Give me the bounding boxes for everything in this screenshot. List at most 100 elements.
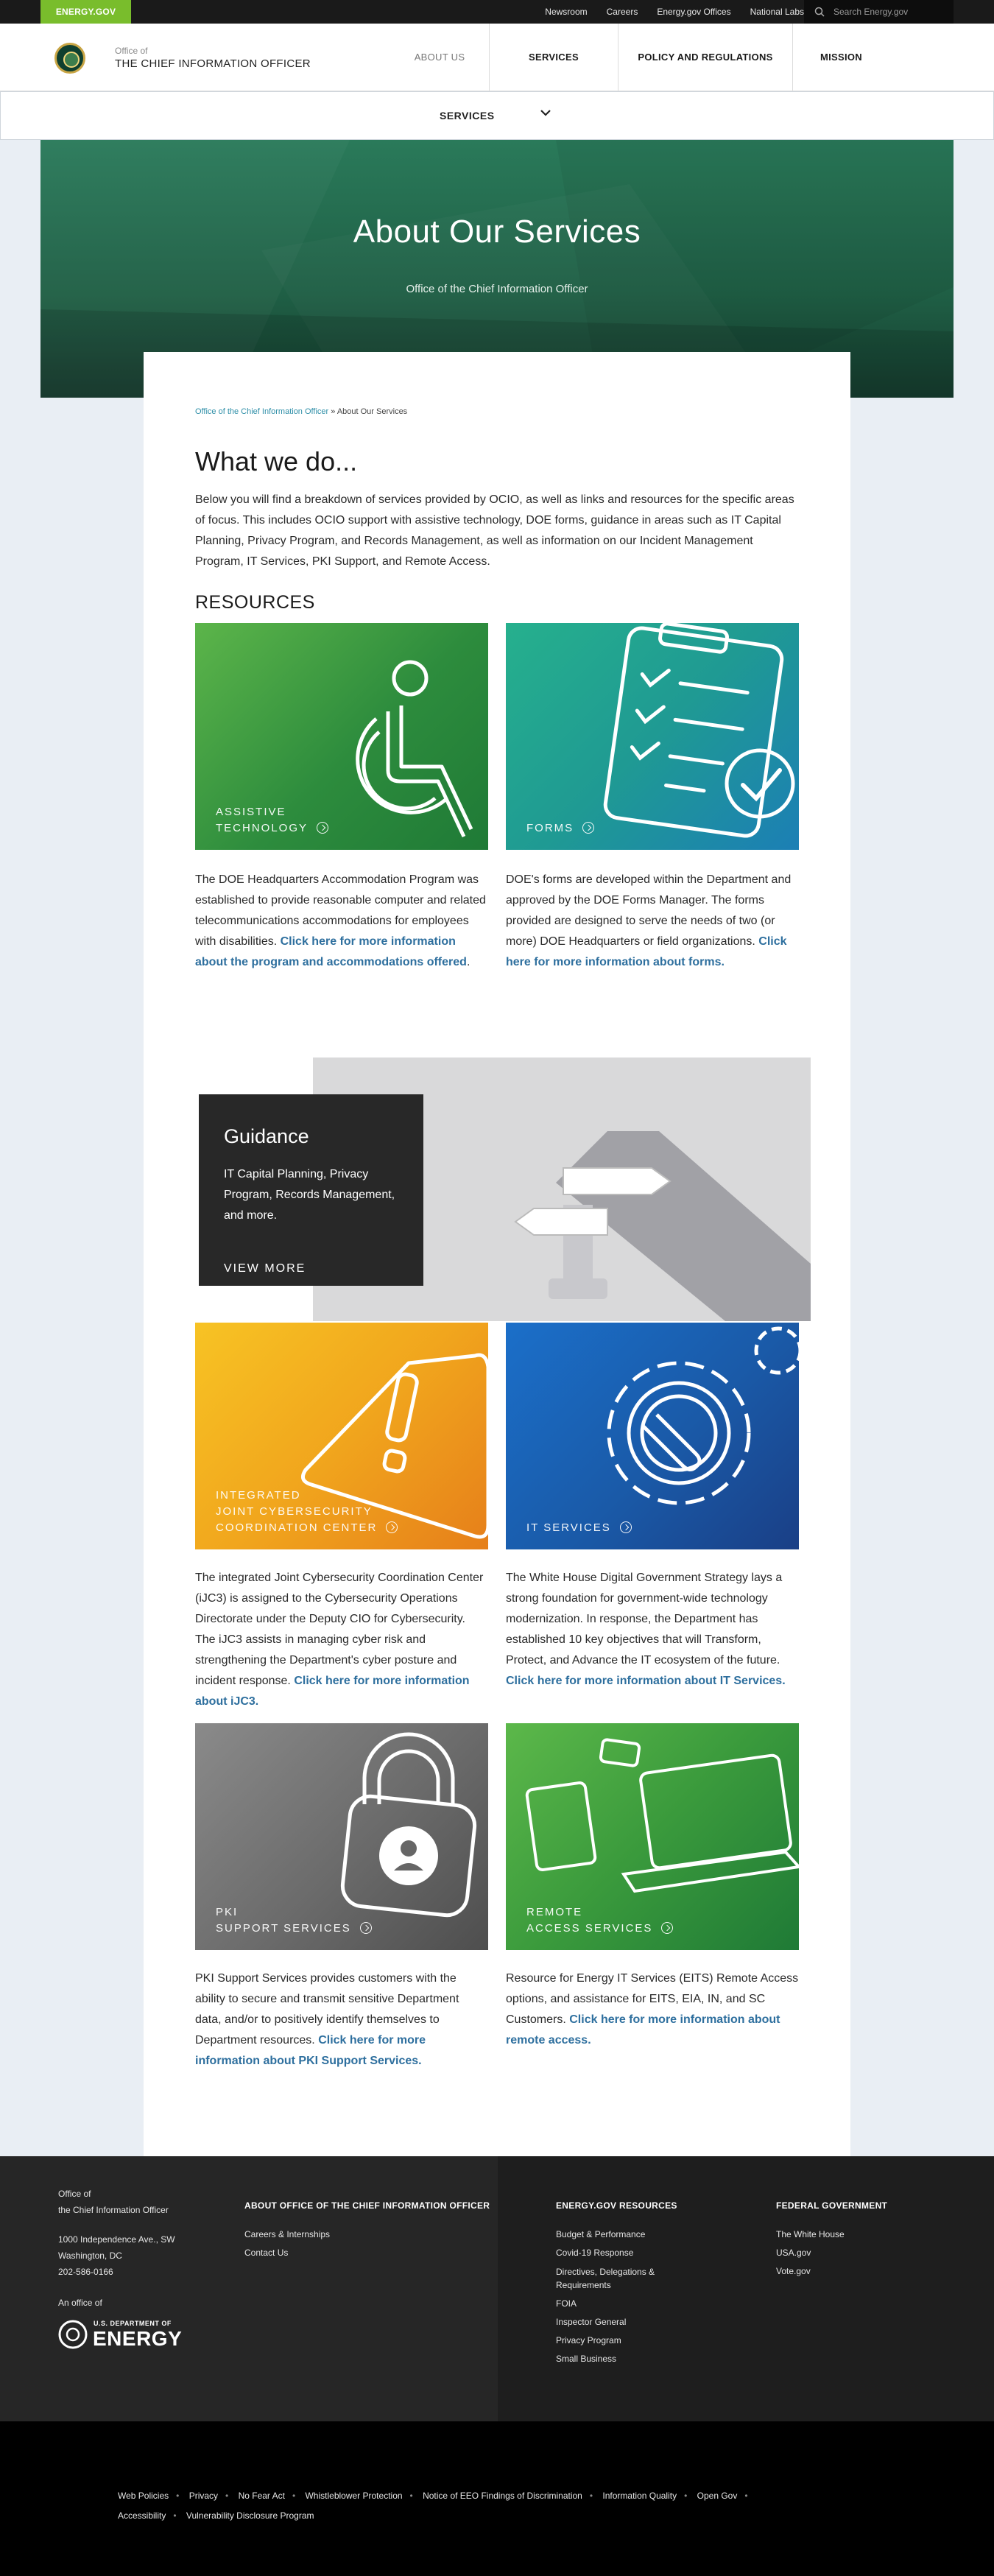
services-dropdown-label[interactable]: SERVICES	[440, 110, 495, 122]
footer-link-budget[interactable]: Budget & Performance	[556, 2225, 655, 2244]
bullet-separator: •	[173, 2510, 177, 2521]
footer-link-ig[interactable]: Inspector General	[556, 2313, 655, 2332]
arrow-circle-icon	[386, 1521, 398, 1533]
it-more-link[interactable]: Click here for more information about IT…	[506, 1675, 786, 1687]
assistive-tile-label[interactable]: ASSISTIVE TECHNOLOGY	[216, 804, 329, 837]
view-more-button[interactable]: VIEW MORE	[224, 1262, 306, 1275]
it-services-tile[interactable]: IT SERVICES	[506, 1323, 799, 1549]
footer-address: 1000 Independence Ave., SW Washington, D…	[58, 2231, 175, 2280]
bullet-separator: •	[589, 2491, 593, 2501]
footer-col3-links: The White House USA.gov Vote.gov	[776, 2225, 845, 2281]
assistive-label-line2: TECHNOLOGY	[216, 822, 309, 834]
ijc3-label-line1: INTEGRATED	[216, 1489, 301, 1502]
site-header: Office of THE CHIEF INFORMATION OFFICER …	[0, 24, 994, 91]
nav-about-us[interactable]: ABOUT US	[390, 24, 489, 91]
energy-gov-badge[interactable]: ENERGY.GOV	[40, 0, 131, 24]
chevron-down-icon[interactable]	[539, 106, 552, 119]
utility-link-labs[interactable]: National Labs	[750, 7, 804, 17]
footer-link-foia[interactable]: FOIA	[556, 2295, 655, 2313]
footer-link-directives-cont[interactable]: Requirements	[556, 2278, 655, 2295]
footer-link-privacy-program[interactable]: Privacy Program	[556, 2332, 655, 2350]
bottom-link-vdp[interactable]: Vulnerability Disclosure Program	[186, 2510, 314, 2521]
nav-mission[interactable]: MISSION	[792, 24, 889, 91]
footer-office[interactable]: Office of the Chief Information Officer	[58, 2186, 169, 2218]
office-small-label[interactable]: Office of	[115, 46, 147, 56]
bottom-link-open-gov[interactable]: Open Gov	[697, 2491, 738, 2501]
forms-description: DOE's forms are developed within the Dep…	[506, 870, 799, 973]
footer-left-panel: Office of the Chief Information Officer …	[0, 2156, 498, 2421]
hero-subtitle: Office of the Chief Information Officer	[406, 283, 588, 295]
bullet-separator: •	[409, 2491, 413, 2501]
forms-tile-label[interactable]: FORMS	[526, 820, 595, 837]
pki-label-line2: SUPPORT SERVICES	[216, 1922, 351, 1935]
footer-address-line1: 1000 Independence Ave., SW	[58, 2234, 175, 2245]
footer-link-votegov[interactable]: Vote.gov	[776, 2262, 845, 2281]
hero-title: About Our Services	[353, 214, 641, 250]
footer-link-whitehouse[interactable]: The White House	[776, 2225, 845, 2244]
pki-tile[interactable]: PKI SUPPORT SERVICES	[195, 1723, 488, 1950]
ijc3-tile-label[interactable]: INTEGRATED JOINT CYBERSECURITY COORDINAT…	[216, 1488, 398, 1536]
guidance-card[interactable]: Guidance IT Capital Planning, Privacy Pr…	[199, 1094, 423, 1286]
ijc3-description: The integrated Joint Cybersecurity Coord…	[195, 1568, 488, 1712]
assistive-label-line1: ASSISTIVE	[216, 806, 286, 818]
resources-heading: RESOURCES	[195, 592, 315, 613]
bottom-link-whistleblower[interactable]: Whistleblower Protection	[305, 2491, 402, 2501]
it-description-text: The White House Digital Government Strat…	[506, 1572, 783, 1667]
remote-label-line1: REMOTE	[526, 1906, 583, 1918]
bottom-link-web-policies[interactable]: Web Policies	[118, 2491, 169, 2501]
footer-link-small-business[interactable]: Small Business	[556, 2350, 655, 2368]
footer-link-contact[interactable]: Contact Us	[244, 2244, 330, 2262]
remote-description: Resource for Energy IT Services (EITS) R…	[506, 1968, 799, 2051]
footer-col2-heading: ENERGY.GOV RESOURCES	[556, 2200, 677, 2211]
search-icon	[814, 7, 825, 17]
it-tile-label[interactable]: IT SERVICES	[526, 1520, 632, 1536]
gear-wrench-icon	[607, 1326, 799, 1505]
utility-link-newsroom[interactable]: Newsroom	[545, 7, 587, 17]
it-label-line1: IT SERVICES	[526, 1521, 611, 1534]
footer-office-line1: Office of	[58, 2189, 91, 2199]
footer-col1-heading: ABOUT OFFICE OF THE CHIEF INFORMATION OF…	[244, 2200, 490, 2211]
bottom-link-privacy[interactable]: Privacy	[189, 2491, 218, 2501]
search-box[interactable]: Search Energy.gov	[804, 0, 954, 24]
ijc3-label-line3: COORDINATION CENTER	[216, 1521, 378, 1534]
bottom-bar: Web Policies • Privacy • No Fear Act • Whis…	[0, 2421, 994, 2576]
nav-services[interactable]: SERVICES	[489, 24, 618, 91]
ijc3-description-text: The integrated Joint Cybersecurity Coord…	[195, 1572, 484, 1687]
assistive-technology-tile[interactable]: ASSISTIVE TECHNOLOGY	[195, 623, 488, 850]
forms-description-text: DOE's forms are developed within the Dep…	[506, 873, 792, 948]
services-dropdown[interactable]: SERVICES	[0, 91, 994, 140]
remote-access-tile[interactable]: REMOTE ACCESS SERVICES	[506, 1723, 799, 1950]
assistive-description: The DOE Headquarters Accommodation Progr…	[195, 870, 488, 973]
bullet-separator: •	[176, 2491, 180, 2501]
footer-link-directives[interactable]: Directives, Delegations &	[556, 2262, 655, 2278]
bottom-links: Web Policies • Privacy • No Fear Act • Whis…	[118, 2486, 854, 2526]
bottom-link-no-fear[interactable]: No Fear Act	[239, 2491, 285, 2501]
footer-link-careers[interactable]: Careers & Internships	[244, 2225, 330, 2244]
arrow-circle-icon	[619, 1521, 632, 1533]
doe-seal-logo[interactable]	[54, 43, 85, 74]
search-placeholder[interactable]: Search Energy.gov	[833, 7, 908, 17]
bottom-link-accessibility[interactable]: Accessibility	[118, 2510, 166, 2521]
it-description: The White House Digital Government Strat…	[506, 1568, 799, 1692]
office-title[interactable]: THE CHIEF INFORMATION OFFICER	[115, 57, 311, 70]
forms-tile[interactable]: FORMS	[506, 623, 799, 850]
intro-paragraph: Below you will find a breakdown of servi…	[195, 493, 794, 568]
breadcrumb-parent-link[interactable]: Office of the Chief Information Officer	[195, 407, 328, 416]
bottom-link-eeo[interactable]: Notice of EEO Findings of Discrimination	[423, 2491, 582, 2501]
bullet-separator: •	[744, 2491, 748, 2501]
footer-col2-links: Budget & Performance Covid-19 Response D…	[556, 2225, 655, 2368]
footer-link-covid[interactable]: Covid-19 Response	[556, 2244, 655, 2262]
footer-col1-links: Careers & Internships Contact Us	[244, 2225, 330, 2262]
ijc3-tile[interactable]: INTEGRATED JOINT CYBERSECURITY COORDINAT…	[195, 1323, 488, 1549]
remote-tile-label[interactable]: REMOTE ACCESS SERVICES	[526, 1904, 674, 1937]
pki-tile-label[interactable]: PKI SUPPORT SERVICES	[216, 1904, 372, 1937]
doe-energy-logo[interactable]: U.S. DEPARTMENT OF ENERGY	[58, 2318, 191, 2351]
utility-link-careers[interactable]: Careers	[607, 7, 638, 17]
bottom-link-info-quality[interactable]: Information Quality	[602, 2491, 677, 2501]
utility-bar: ENERGY.GOV Newsroom Careers Energy.gov O…	[0, 0, 994, 24]
footer-phone[interactable]: 202-586-0166	[58, 2267, 113, 2277]
doe-logo-small: U.S. DEPARTMENT OF	[94, 2320, 172, 2327]
footer-link-usagov[interactable]: USA.gov	[776, 2244, 845, 2262]
utility-link-offices[interactable]: Energy.gov Offices	[657, 7, 730, 17]
nav-policy[interactable]: POLICY AND REGULATIONS	[618, 24, 792, 91]
